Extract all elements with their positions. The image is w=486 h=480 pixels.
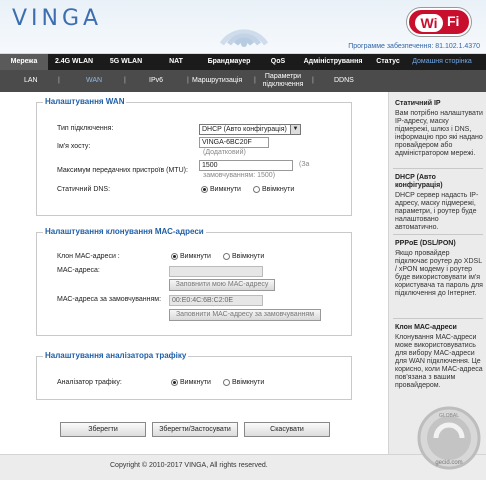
traffic-disable-label: Вимкнути (180, 379, 211, 386)
subnav-routing[interactable]: Маршрутизація (192, 70, 242, 92)
traffic-enable-label: Ввімкнути (232, 379, 265, 386)
mtu-hint-a: (За (299, 161, 310, 168)
subnav-connection-params-line1: Параметри (264, 73, 302, 80)
radio-dot-checked (171, 379, 178, 386)
nav-network[interactable]: Мережа (0, 54, 48, 70)
radio-dot-checked (171, 253, 178, 260)
default-mac-input[interactable]: 00:E0:4C:6B:C2:0E (169, 295, 263, 306)
conn-type-select[interactable]: DHCP (Авто конфігурація) ▼ (199, 124, 301, 135)
wifi-signal-icon (219, 29, 269, 47)
help-dhcp-title: DHCP (Авто конфігурація) (395, 174, 443, 189)
help-pppoe-title: PPPoE (DSL/PON) (395, 240, 456, 247)
mac-clone-enable-label: Ввімкнути (232, 253, 265, 260)
mac-clone-disable-label: Вимкнути (180, 253, 211, 260)
chevron-down-icon: ▼ (290, 125, 300, 134)
footer: Copyright © 2010-2017 VINGA, All rights … (0, 454, 486, 480)
subnav-separator: | (254, 77, 256, 84)
hostname-input[interactable]: VINGA-6BC20F (199, 137, 269, 148)
svg-text:GLOBAL: GLOBAL (439, 413, 459, 419)
fill-default-mac-button[interactable]: Заповнити МАС-адресу за замовчуванням (169, 309, 321, 321)
mtu-input[interactable]: 1500 (199, 160, 293, 171)
mac-clone-enable-radio[interactable]: Ввімкнути (223, 253, 264, 260)
wan-settings-section: Налаштування WAN Тип підключення: DHCP (… (36, 97, 352, 216)
nav-nat[interactable]: NAT (152, 54, 200, 70)
firmware-version: Программе забезпечення: 81.102.1.4370 (348, 43, 480, 50)
logo: VINGA (12, 6, 103, 31)
help-static-ip-text: Вам потрібно налаштувати IP-адресу, маск… (395, 110, 483, 157)
static-dns-label: Статичний DNS: (57, 186, 111, 193)
help-divider (393, 318, 483, 319)
content-area: Налаштування WAN Тип підключення: DHCP (… (0, 92, 388, 454)
traffic-enable-radio[interactable]: Ввімкнути (223, 379, 264, 386)
wifi-badge-fi: Fi (447, 13, 460, 29)
fill-my-mac-button[interactable]: Заповнити мою МАС-адресу (169, 279, 275, 291)
nav-firewall[interactable]: Брандмауер (200, 54, 258, 70)
subnav-separator: | (124, 77, 126, 84)
nav-5g-wlan[interactable]: 5G WLAN (100, 54, 152, 70)
subnav-separator: | (312, 77, 314, 84)
header: VINGA Wi Fi Программе забезпечення: 81.1… (0, 0, 486, 54)
subnav-lan[interactable]: LAN (24, 70, 38, 92)
subnav-connection-params-line2: підключення (262, 81, 304, 88)
help-divider (393, 168, 483, 169)
mac-clone-label: Клон МАС-адреси : (57, 253, 120, 260)
traffic-analyzer-title: Налаштування аналізатора трафіку (43, 351, 189, 360)
wan-settings-title: Налаштування WAN (43, 97, 127, 106)
traffic-analyzer-section: Налаштування аналізатора трафіку Аналіза… (36, 351, 352, 400)
traffic-analyzer-label: Аналізатор трафіку: (57, 379, 122, 386)
subnav-separator: | (187, 77, 189, 84)
mac-clone-title: Налаштування клонування МАС-адреси (43, 227, 206, 236)
mac-clone-disable-radio[interactable]: Вимкнути (171, 253, 211, 260)
subnav-wan[interactable]: WAN (86, 70, 102, 92)
save-apply-button[interactable]: Зберегти/Застосувати (152, 422, 238, 437)
help-static-ip-title: Статичний IP (395, 100, 441, 107)
dns-disable-radio[interactable]: Вимкнути (201, 186, 241, 193)
mtu-label: Максимум передачних пристроїв (MTU): (57, 167, 188, 174)
wifi-badge-logo: Wi Fi (407, 8, 471, 36)
nav-24g-wlan[interactable]: 2.4G WLAN (48, 54, 100, 70)
mac-address-input[interactable] (169, 266, 263, 277)
nav-qos[interactable]: QoS (258, 54, 298, 70)
help-dhcp-text: DHCP сервер надасть IP-адресу, маску під… (395, 192, 479, 231)
subnav-ddns[interactable]: DDNS (334, 70, 354, 92)
default-mac-label: МАС-адреса за замовчуванням: (57, 296, 162, 303)
save-button[interactable]: Зберегти (60, 422, 146, 437)
radio-dot (223, 379, 230, 386)
radio-dot (223, 253, 230, 260)
wifi-badge-wi: Wi (415, 14, 443, 32)
mac-address-label: МАС-адреса: (57, 267, 100, 274)
subnav-separator: | (58, 77, 60, 84)
cancel-button[interactable]: Скасувати (244, 422, 330, 437)
help-divider (393, 234, 483, 235)
dns-enable-label: Ввімкнути (262, 186, 295, 193)
help-pppoe-text: Якщо провайдер підключає роутер до XDSL … (395, 250, 483, 297)
radio-dot (253, 186, 260, 193)
hostname-hint: (Додатковий) (203, 149, 246, 156)
gecid-watermark-logo: GLOBAL gecid.com (417, 406, 481, 470)
traffic-disable-radio[interactable]: Вимкнути (171, 379, 211, 386)
dns-enable-radio[interactable]: Ввімкнути (253, 186, 294, 193)
copyright-text: Copyright © 2010-2017 VINGA, All rights … (110, 462, 268, 469)
hostname-label: Ім'я хосту: (57, 143, 91, 150)
conn-type-label: Тип підключення: (57, 125, 114, 132)
mac-clone-section: Налаштування клонування МАС-адреси Клон … (36, 227, 352, 336)
nav-status[interactable]: Статус (368, 54, 408, 70)
help-sidebar: Статичний IP Вам потрібно налаштувати IP… (388, 92, 486, 454)
nav-administration[interactable]: Адміністрування (298, 54, 368, 70)
conn-type-value: DHCP (Авто конфігурація) (202, 126, 287, 133)
nav-home-page[interactable]: Домашня сторінка (408, 54, 476, 70)
subnav-ipv6[interactable]: IPv6 (149, 70, 163, 92)
radio-dot-checked (201, 186, 208, 193)
mtu-hint-b: замовчуванням: 1500) (203, 172, 276, 179)
help-mac-text: Клонування МАС-адреси може використовува… (395, 334, 483, 389)
svg-text:gecid.com: gecid.com (435, 460, 462, 466)
sub-nav: LAN | WAN | IPv6 | Маршрутизація | Парам… (0, 70, 486, 92)
main-nav: Мережа 2.4G WLAN 5G WLAN NAT Брандмауер … (0, 54, 486, 70)
dns-disable-label: Вимкнути (210, 186, 241, 193)
help-mac-title: Клон МАС-адреси (395, 324, 457, 331)
